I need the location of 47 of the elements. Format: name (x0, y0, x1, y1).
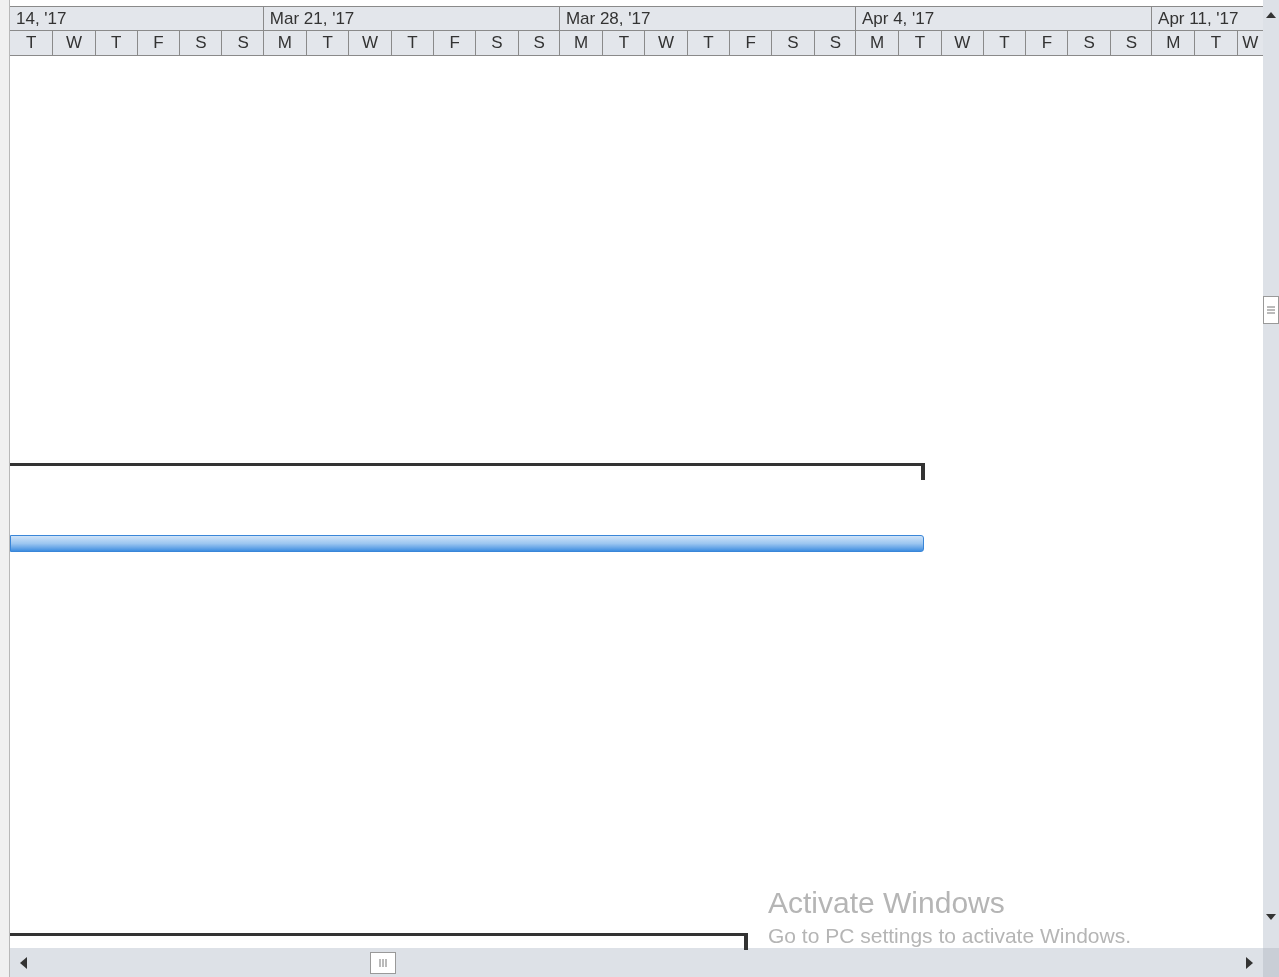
day-header: M (1165, 32, 1182, 54)
day-header: S (813, 31, 856, 55)
day-header: S (771, 31, 814, 55)
activation-title: Activate Windows (768, 885, 1006, 921)
day-header: F (136, 31, 180, 55)
scroll-down-icon[interactable] (1266, 914, 1276, 920)
day-header: S (1109, 31, 1153, 55)
day-header: S (221, 31, 264, 55)
day-header: T (898, 31, 941, 55)
day-header: M (572, 32, 590, 54)
day-header: F (729, 31, 772, 55)
grip-icon (379, 958, 387, 967)
scroll-up-icon[interactable] (1266, 12, 1276, 18)
scroll-thumb[interactable] (1263, 296, 1279, 324)
day-header: T (1194, 31, 1237, 55)
scroll-right-icon[interactable] (1246, 956, 1253, 969)
day-header: T (94, 31, 137, 55)
scroll-thumb[interactable] (370, 951, 396, 974)
day-header: S (179, 31, 222, 55)
scrollbar-corner (1263, 948, 1279, 977)
day-header: T (602, 31, 645, 55)
week-header: 14, '17 (10, 7, 263, 31)
day-header: T (306, 31, 349, 55)
day-header: T (24, 32, 38, 54)
horizontal-scrollbar[interactable] (10, 948, 1263, 977)
activation-message: Go to PC settings to activate Windows. (768, 923, 1131, 949)
day-header: W (348, 31, 391, 55)
grip-icon (1267, 306, 1275, 314)
day-header: F (433, 31, 476, 55)
day-header: W (644, 31, 687, 55)
day-header: F (1025, 31, 1068, 55)
day-header: S (1067, 31, 1110, 55)
day-header: W (1236, 31, 1263, 55)
day-header: T (390, 31, 433, 55)
vertical-scrollbar[interactable] (1263, 0, 1279, 948)
week-header: Mar 28, '17 (559, 7, 855, 31)
week-header: Apr 4, '17 (856, 7, 1152, 31)
day-header: M (869, 32, 886, 54)
scroll-left-icon[interactable] (20, 956, 27, 969)
day-header: S (517, 31, 560, 55)
day-header: T (982, 31, 1026, 55)
day-header: M (276, 32, 294, 54)
day-header: T (686, 31, 730, 55)
day-header: W (940, 31, 983, 55)
week-header: Mar 21, '17 (263, 7, 559, 31)
day-header: W (52, 31, 95, 55)
day-header: S (475, 31, 518, 55)
